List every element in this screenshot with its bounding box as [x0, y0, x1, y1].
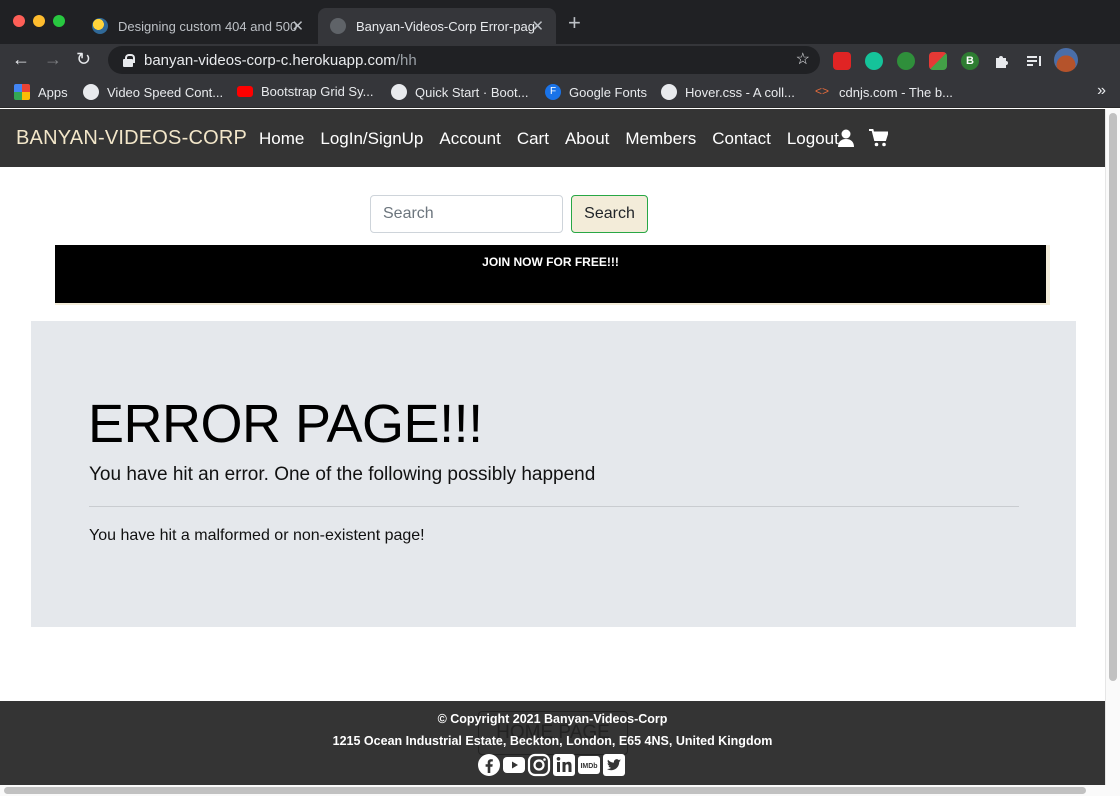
nav-account[interactable]: Account	[439, 129, 500, 149]
tab-title: Banyan-Videos-Corp Error-page	[356, 18, 536, 34]
bookmark-label: cdnjs.com - The b...	[839, 84, 953, 100]
address-text: 1215 Ocean Industrial Estate, Beckton, L…	[332, 734, 773, 748]
bookmark-google-fonts[interactable]: F Google Fonts	[545, 84, 647, 100]
bookmarks-bar: Apps Video Speed Cont... Bootstrap Grid …	[0, 76, 1120, 108]
tab-close-icon[interactable]: ✕	[291, 17, 304, 35]
tab-title: Designing custom 404 and 500	[118, 18, 298, 34]
bookmark-label: Video Speed Cont...	[107, 84, 224, 100]
browser-titlebar: Designing custom 404 and 500 ✕ Banyan-Vi…	[0, 0, 1120, 44]
site-navbar: BANYAN-VIDEOS-CORP Home LogIn/SignUp Acc…	[0, 109, 1105, 167]
bookmark-cdnjs[interactable]: <> cdnjs.com - The b...	[815, 84, 953, 100]
scroll-thumb[interactable]	[4, 787, 1086, 794]
nav-login-signup[interactable]: LogIn/SignUp	[320, 129, 423, 149]
instagram-icon[interactable]	[527, 753, 551, 777]
profile-avatar[interactable]	[1054, 48, 1078, 72]
imdb-icon[interactable]: IMDb	[577, 753, 601, 777]
divider	[89, 506, 1019, 507]
bookmark-label: Quick Start · Boot...	[415, 84, 529, 100]
minimize-window-button[interactable]	[33, 15, 45, 27]
copyright-text: © Copyright 2021 Banyan-Videos-Corp	[437, 712, 668, 726]
reload-icon[interactable]: ↻	[76, 48, 91, 70]
join-banner-text: JOIN NOW FOR FREE!!!	[482, 255, 619, 269]
bookmark-apps[interactable]: Apps	[14, 84, 68, 100]
url-path: /hh	[395, 51, 417, 69]
globe-icon	[661, 84, 677, 100]
apps-grid-icon	[14, 84, 30, 100]
browser-tab-designing-404[interactable]: Designing custom 404 and 500 ✕	[80, 8, 316, 44]
browser-toolbar: ← → ↻ banyan-videos-corp-c.herokuapp.com…	[0, 44, 1120, 76]
shopping-cart-icon[interactable]	[869, 129, 889, 152]
new-tab-plus-icon[interactable]: +	[568, 12, 581, 34]
address-bar[interactable]: banyan-videos-corp-c.herokuapp.com/hh ☆	[108, 46, 820, 74]
youtube-icon	[237, 86, 253, 97]
url-host: banyan-videos-corp-c.herokuapp.com	[144, 51, 396, 69]
twitter-icon[interactable]	[602, 753, 626, 777]
nav-home[interactable]: Home	[259, 129, 304, 149]
vertical-scrollbar[interactable]	[1105, 109, 1120, 785]
nav-logout[interactable]: Logout	[787, 129, 839, 149]
search-button[interactable]: Search	[571, 195, 648, 233]
more-bookmarks-icon[interactable]: »	[1097, 82, 1106, 100]
b-extension-icon[interactable]: B	[961, 52, 979, 70]
bookmark-bootstrap-grid[interactable]: Bootstrap Grid Sy...	[237, 84, 373, 99]
maximize-window-button[interactable]	[53, 15, 65, 27]
nav-contact[interactable]: Contact	[712, 129, 771, 149]
horizontal-scrollbar[interactable]	[0, 785, 1120, 796]
nav-cart[interactable]: Cart	[517, 129, 549, 149]
forward-arrow-icon[interactable]: →	[44, 48, 62, 70]
tree-extension-icon[interactable]	[897, 52, 915, 70]
colorful-extension-icon[interactable]	[929, 52, 947, 70]
svg-text:IMDb: IMDb	[580, 763, 597, 770]
linkedin-icon[interactable]	[552, 753, 576, 777]
search-input[interactable]	[370, 195, 563, 233]
youtube-icon[interactable]	[502, 753, 526, 777]
nav-about[interactable]: About	[565, 129, 609, 149]
site-footer: HOME PAGE © Copyright 2021 Banyan-Videos…	[0, 701, 1105, 785]
bookmark-quick-start[interactable]: Quick Start · Boot...	[391, 84, 528, 100]
back-arrow-icon[interactable]: ←	[12, 48, 30, 70]
bookmark-hover-css[interactable]: Hover.css - A coll...	[661, 84, 795, 100]
nav-members[interactable]: Members	[625, 129, 696, 149]
error-jumbotron: ERROR PAGE!!! You have hit an error. One…	[31, 321, 1076, 627]
code-brackets-icon: <>	[815, 84, 830, 98]
nav-links: Home LogIn/SignUp Account Cart About Mem…	[259, 129, 855, 149]
error-lead: You have hit an error. One of the follow…	[89, 464, 596, 485]
scroll-thumb[interactable]	[1109, 113, 1117, 681]
bookmark-label: Google Fonts	[569, 84, 648, 100]
grammarly-extension-icon[interactable]	[865, 52, 883, 70]
facebook-icon[interactable]	[477, 753, 501, 777]
tab-close-icon[interactable]: ✕	[531, 17, 544, 35]
globe-icon	[83, 84, 99, 100]
lock-icon	[122, 54, 135, 67]
bookmark-label: Bootstrap Grid Sy...	[261, 84, 374, 99]
error-title: ERROR PAGE!!!	[88, 394, 483, 454]
site-brand[interactable]: BANYAN-VIDEOS-CORP	[16, 127, 247, 150]
video-speed-extension-icon[interactable]	[833, 52, 851, 70]
python-favicon-icon	[92, 18, 108, 34]
reading-list-icon[interactable]	[1025, 52, 1043, 70]
social-links: IMDb	[477, 753, 627, 777]
bookmark-video-speed[interactable]: Video Speed Cont...	[83, 84, 223, 100]
google-fonts-icon: F	[545, 84, 561, 100]
bookmark-label: Apps	[38, 84, 68, 100]
join-banner[interactable]: JOIN NOW FOR FREE!!!	[55, 245, 1050, 305]
browser-tab-error-page[interactable]: Banyan-Videos-Corp Error-page ✕	[318, 8, 556, 44]
bookmark-star-icon[interactable]: ☆	[796, 49, 810, 69]
bookmark-label: Hover.css - A coll...	[685, 84, 795, 100]
user-icon[interactable]	[838, 129, 854, 152]
error-detail: You have hit a malformed or non-existent…	[89, 527, 425, 544]
globe-favicon-icon	[330, 18, 346, 34]
puzzle-extensions-icon[interactable]	[993, 52, 1011, 70]
close-window-button[interactable]	[13, 15, 25, 27]
page-viewport: BANYAN-VIDEOS-CORP Home LogIn/SignUp Acc…	[0, 109, 1105, 785]
globe-icon	[391, 84, 407, 100]
